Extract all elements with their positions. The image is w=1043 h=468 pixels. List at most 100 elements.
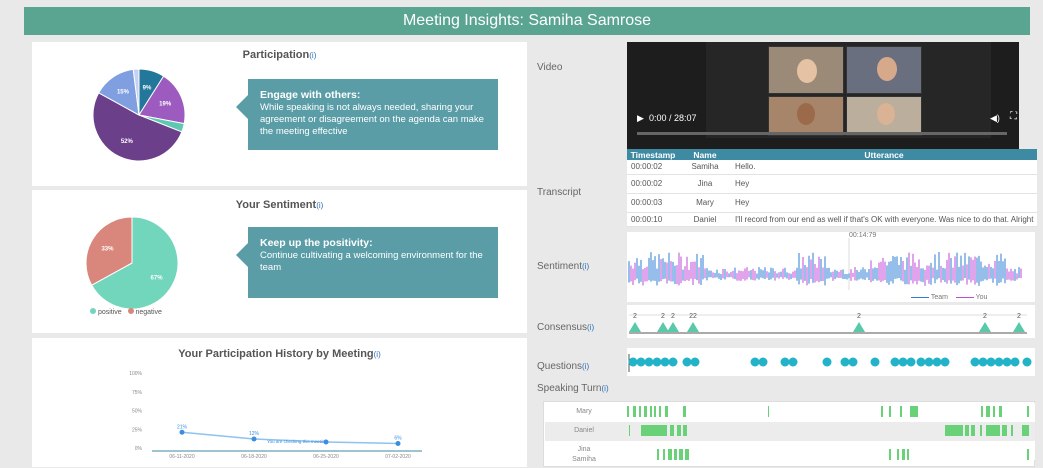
question-dot[interactable] <box>1010 357 1020 367</box>
speaking-segment[interactable] <box>965 425 969 436</box>
info-icon[interactable]: (i) <box>582 262 589 271</box>
speaking-segment[interactable] <box>657 449 659 460</box>
speaking-segment[interactable] <box>683 425 687 436</box>
column-header-timestamp[interactable]: Timestamp <box>627 149 679 160</box>
table-row[interactable]: 00:00:02 Samiha Hello. <box>627 160 1037 175</box>
speaking-segment[interactable] <box>1022 425 1029 436</box>
consensus-marker[interactable] <box>979 322 991 332</box>
speaking-segment[interactable] <box>945 425 963 436</box>
speaking-segment[interactable] <box>1002 425 1007 436</box>
speaking-segment[interactable] <box>659 406 661 417</box>
question-dot[interactable] <box>970 357 980 367</box>
consensus-marker[interactable] <box>853 322 865 332</box>
speaking-segment[interactable] <box>768 406 769 417</box>
question-dot[interactable] <box>994 357 1004 367</box>
speaking-segment[interactable] <box>1027 449 1029 460</box>
question-dot[interactable] <box>660 357 670 367</box>
speaking-segment[interactable] <box>629 425 630 436</box>
history-point[interactable] <box>179 429 185 435</box>
speaking-segment[interactable] <box>981 406 983 417</box>
history-point[interactable] <box>395 441 401 446</box>
speaking-segment[interactable] <box>1027 406 1029 417</box>
speaking-segment[interactable] <box>889 449 891 460</box>
question-dot[interactable] <box>898 357 908 367</box>
speaking-segment[interactable] <box>644 406 647 417</box>
question-dot[interactable] <box>932 357 942 367</box>
consensus-chart[interactable]: 2 2 2 22 2 2 2 <box>627 305 1035 338</box>
speaking-segment[interactable] <box>665 406 668 417</box>
question-dot[interactable] <box>682 357 692 367</box>
consensus-marker[interactable] <box>667 322 679 332</box>
questions-chart[interactable] <box>627 348 1035 376</box>
speaking-segment[interactable] <box>633 406 636 417</box>
info-icon[interactable]: (i) <box>587 323 594 332</box>
speaking-segment[interactable] <box>881 406 883 417</box>
question-dot[interactable] <box>668 357 678 367</box>
speaking-segment[interactable] <box>654 406 656 417</box>
speaking-segment[interactable] <box>999 406 1002 417</box>
speaking-segment[interactable] <box>1011 425 1013 436</box>
info-icon[interactable]: (i) <box>602 384 609 393</box>
question-dot[interactable] <box>780 357 790 367</box>
sentiment-timeline-chart[interactable] <box>627 232 1035 302</box>
speaking-segment[interactable] <box>910 406 918 417</box>
consensus-marker[interactable] <box>1013 322 1025 332</box>
speaking-segment[interactable] <box>889 406 891 417</box>
speaking-segment[interactable] <box>663 449 665 460</box>
speaking-segment[interactable] <box>902 449 905 460</box>
consensus-marker[interactable] <box>629 322 641 332</box>
table-row[interactable]: 00:00:10 Daniel I'll record from our end… <box>627 212 1037 227</box>
question-dot[interactable] <box>628 357 638 367</box>
speaking-segment[interactable] <box>668 449 672 460</box>
question-dot[interactable] <box>822 357 832 367</box>
consensus-marker[interactable] <box>657 322 669 332</box>
volume-icon[interactable]: ◀) <box>990 113 1000 124</box>
info-icon[interactable]: (i) <box>582 362 589 371</box>
question-dot[interactable] <box>840 357 850 367</box>
video-progress-bar[interactable] <box>637 132 1007 135</box>
question-dot[interactable] <box>986 357 996 367</box>
column-header-utterance[interactable]: Utterance <box>731 149 1037 160</box>
speaking-segment[interactable] <box>897 449 899 460</box>
table-row[interactable]: 00:00:03 Mary Hey <box>627 193 1037 213</box>
speaking-segment[interactable] <box>685 449 689 460</box>
history-point[interactable] <box>251 436 257 442</box>
speaking-segment[interactable] <box>627 406 629 417</box>
question-dot[interactable] <box>890 357 900 367</box>
speaking-segment[interactable] <box>670 425 674 436</box>
speaking-segment[interactable] <box>677 425 681 436</box>
speaking-segment[interactable] <box>639 406 641 417</box>
speaking-segment[interactable] <box>641 425 667 436</box>
question-dot[interactable] <box>758 357 768 367</box>
speaking-segment[interactable] <box>971 425 975 436</box>
question-dot[interactable] <box>690 357 700 367</box>
question-dot[interactable] <box>916 357 926 367</box>
play-icon[interactable]: ▶ <box>637 113 644 123</box>
question-dot[interactable] <box>978 357 988 367</box>
question-dot[interactable] <box>924 357 934 367</box>
speaking-segment[interactable] <box>980 425 982 436</box>
speaking-segment[interactable] <box>986 406 990 417</box>
speaking-segment[interactable] <box>986 425 1000 436</box>
speaking-segment[interactable] <box>683 406 686 417</box>
speaking-segment[interactable] <box>993 406 995 417</box>
speaking-segment[interactable] <box>674 449 677 460</box>
speaking-segment[interactable] <box>679 449 683 460</box>
question-dot[interactable] <box>788 357 798 367</box>
table-row[interactable]: 00:00:02 Jina Hey <box>627 174 1037 194</box>
question-dot[interactable] <box>636 357 646 367</box>
question-dot[interactable] <box>906 357 916 367</box>
speaking-segment[interactable] <box>650 406 652 417</box>
question-dot[interactable] <box>870 357 880 367</box>
speaking-segment[interactable] <box>907 449 909 460</box>
question-dot[interactable] <box>1022 357 1032 367</box>
info-icon[interactable]: (i) <box>374 350 381 359</box>
column-header-name[interactable]: Name <box>679 149 731 160</box>
question-dot[interactable] <box>750 357 760 367</box>
consensus-marker[interactable] <box>687 322 699 332</box>
question-dot[interactable] <box>652 357 662 367</box>
question-dot[interactable] <box>848 357 858 367</box>
speaking-segment[interactable] <box>900 406 902 417</box>
fullscreen-icon[interactable]: ⛶ <box>1010 111 1017 122</box>
info-icon[interactable]: (i) <box>309 51 316 60</box>
